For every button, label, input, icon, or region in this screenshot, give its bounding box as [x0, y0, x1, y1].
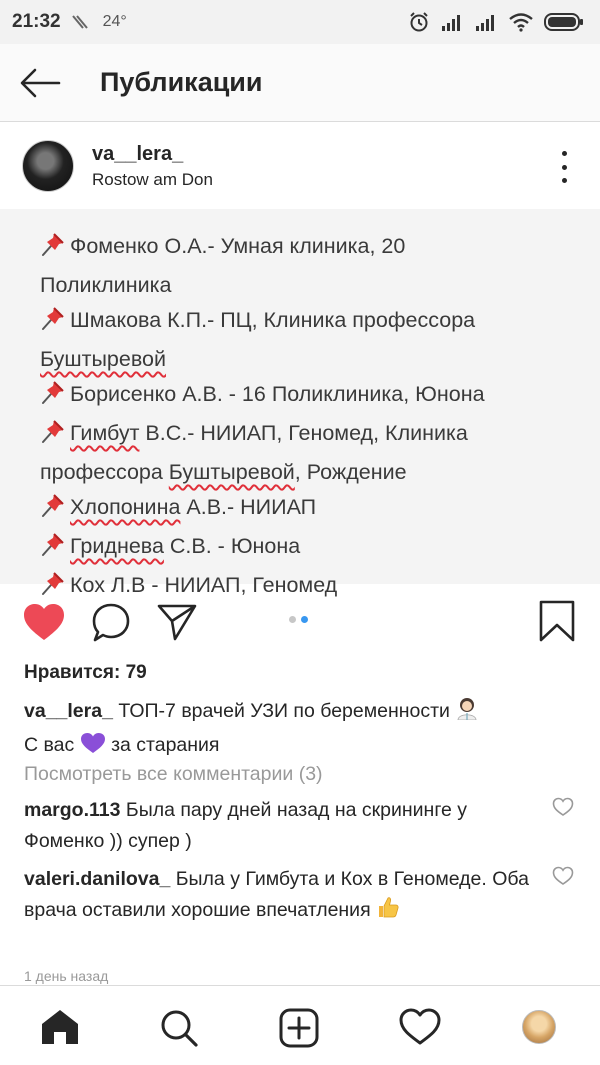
image-text-squig: Гриднева — [70, 534, 164, 558]
back-button[interactable] — [0, 44, 80, 122]
pushpin-icon — [40, 531, 66, 568]
search-icon[interactable] — [159, 1008, 199, 1048]
post-image[interactable]: Фоменко О.А.- Умная клиника, 20 Поликлини… — [0, 209, 600, 597]
arrow-left-icon — [20, 68, 61, 97]
add-icon[interactable] — [279, 1008, 319, 1048]
image-text-pre: Фоменко О.А.- Умная клиника, 20 — [70, 234, 406, 258]
view-all-comments-link[interactable]: Посмотреть все комментарии (3) — [24, 763, 323, 786]
alarm-icon — [410, 12, 428, 32]
thumbs-up-emoji-icon — [379, 897, 399, 918]
caption-text-3: за старания — [105, 734, 220, 756]
image-text-line: Гриднева С.В. - Юнона — [40, 529, 600, 568]
image-text-pre: профессора — [40, 460, 169, 484]
comment-username[interactable]: valeri.danilova_ — [24, 868, 170, 890]
pushpin-icon — [40, 231, 66, 268]
post-date: 1 день назад — [24, 968, 109, 984]
carousel-dot — [289, 616, 296, 623]
comment: margo.113 Была пару дней назад на скрини… — [24, 795, 534, 857]
comment-username[interactable]: margo.113 — [24, 799, 120, 821]
image-text-post: В.С.- НИИАП, Геномед, Клиника — [139, 421, 468, 445]
comment-like-heart-icon[interactable] — [552, 866, 574, 886]
save-bookmark-button[interactable] — [538, 600, 576, 642]
pushpin-icon — [40, 492, 66, 529]
post-actions — [0, 584, 600, 660]
image-text-line: Шмакова К.П.- ПЦ, Клиника профессора — [40, 303, 600, 342]
image-text-squig: Гимбут — [70, 421, 140, 445]
caption-text: ТОП-7 врачей УЗИ по беременности — [112, 700, 450, 722]
image-text-pre: Поликлиника — [40, 273, 172, 297]
profile-avatar[interactable] — [522, 1010, 556, 1044]
wifi-icon — [509, 13, 533, 32]
signal-icon — [476, 15, 494, 31]
image-text-squig: Хлопонина — [70, 495, 181, 519]
purple-heart-icon — [80, 733, 105, 753]
post-location[interactable]: Rostow am Don — [92, 170, 213, 190]
image-text-post: , Рождение — [294, 460, 407, 484]
image-text-post: А.В.- НИИАП — [180, 495, 317, 519]
image-text-line: Фоменко О.А.- Умная клиника, 20 — [40, 229, 600, 268]
image-text-line: Борисенко А.В. - 16 Поликлиника, Юнона — [40, 377, 600, 416]
notification-icon — [71, 15, 88, 29]
image-text-line: Поликлиника — [40, 268, 600, 303]
home-icon[interactable] — [40, 1008, 80, 1046]
image-text-line: Буштыревой — [40, 342, 600, 377]
more-dot — [561, 178, 567, 183]
doctor-emoji-icon — [457, 698, 477, 720]
clock: 21:32 — [12, 11, 61, 32]
caption-username[interactable]: va__lera_ — [24, 700, 113, 722]
caption-text-2: С вас — [24, 734, 80, 756]
battery-icon — [544, 13, 583, 31]
likes-count[interactable]: Нравится: 79 — [24, 662, 147, 684]
signal-icon — [442, 15, 460, 31]
image-text-pre: Борисенко А.В. - 16 Поликлиника, Юнона — [70, 382, 485, 406]
more-dot — [561, 151, 567, 156]
more-dot — [561, 164, 567, 170]
image-text-pre: Шмакова К.П.- ПЦ, Клиника профессора — [70, 308, 476, 332]
page-title: Публикации — [100, 67, 263, 97]
status-bar: 21:32 24° — [0, 0, 600, 44]
pushpin-icon — [40, 379, 66, 416]
pushpin-icon — [40, 305, 66, 342]
author-username[interactable]: va__lera_ — [92, 143, 213, 166]
comment: valeri.danilova_ Была у Гимбута и Кох в … — [24, 864, 534, 926]
image-text-line: Хлопонина А.В.- НИИАП — [40, 490, 600, 529]
image-text-line: Гимбут В.С.- НИИАП, Геномед, Клиника — [40, 416, 600, 455]
bottom-navigation — [0, 985, 600, 1065]
carousel-indicator — [289, 616, 308, 623]
comment-button[interactable] — [90, 602, 132, 644]
carousel-dot-active — [301, 616, 308, 623]
like-button[interactable] — [22, 602, 66, 642]
comment-like-heart-icon[interactable] — [552, 797, 574, 817]
author-avatar[interactable] — [22, 140, 74, 192]
image-text-line: профессора Буштыревой, Рождение — [40, 455, 600, 490]
temperature: 24° — [102, 13, 127, 30]
activity-icon[interactable] — [399, 1008, 441, 1046]
app-bar: Публикации — [0, 44, 600, 122]
pushpin-icon — [40, 418, 66, 455]
more-options-button[interactable] — [552, 151, 576, 183]
image-text-post: С.В. - Юнона — [163, 534, 301, 558]
post-caption: va__lera_ ТОП-7 врачей УЗИ по беременнос… — [24, 694, 584, 762]
share-button[interactable] — [156, 602, 198, 642]
post-header: va__lera_ Rostow am Don — [0, 123, 600, 209]
image-text-squig: Буштыревой — [40, 347, 166, 371]
image-text-squig: Буштыревой — [168, 460, 295, 484]
